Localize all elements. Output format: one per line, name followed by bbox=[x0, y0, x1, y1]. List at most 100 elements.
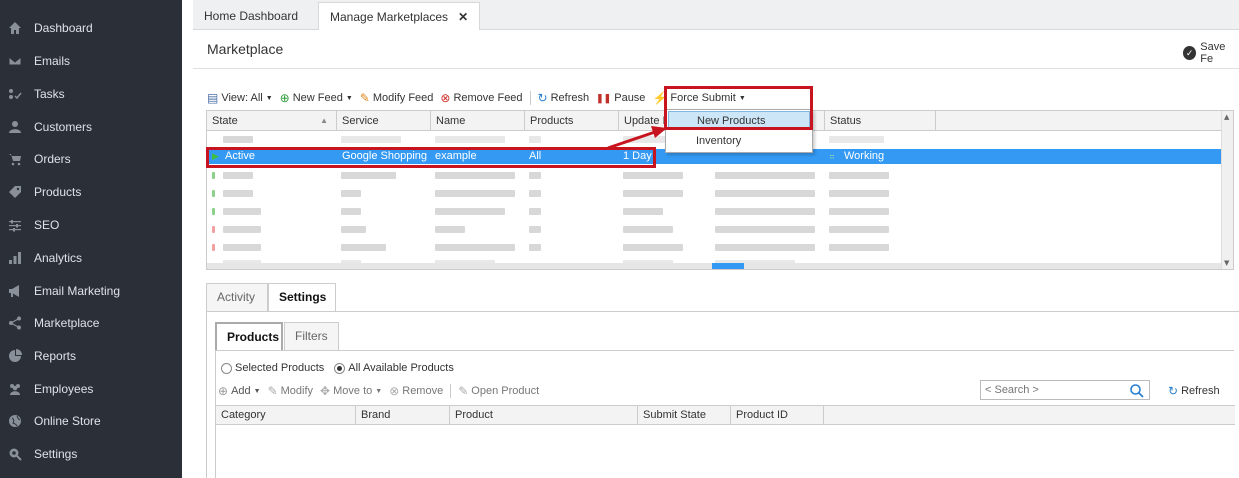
refresh-icon: ↻ bbox=[537, 91, 548, 105]
toolbar-separator bbox=[529, 91, 531, 105]
globe-icon bbox=[7, 413, 23, 429]
move-icon: ✥ bbox=[320, 384, 331, 398]
radio-button[interactable] bbox=[334, 362, 346, 374]
pause-label: Pause bbox=[614, 92, 646, 104]
scroll-down-icon[interactable]: ▼ bbox=[1224, 259, 1229, 267]
column-label: Status bbox=[830, 115, 862, 127]
open-product-button[interactable]: ✎ Open Product bbox=[458, 384, 539, 398]
modify-button[interactable]: ✎ Modify bbox=[268, 384, 313, 398]
save-feed-button[interactable]: ✓ Save Fe bbox=[1183, 41, 1239, 65]
radio-label: Selected Products bbox=[235, 362, 325, 374]
sidebar-item-emails[interactable]: Emails bbox=[0, 46, 182, 76]
gear-icon bbox=[7, 446, 23, 462]
sidebar-item-products[interactable]: Products bbox=[0, 177, 182, 207]
tab-home-dashboard[interactable]: Home Dashboard bbox=[193, 2, 309, 30]
column-submit-state[interactable]: Submit State bbox=[638, 406, 731, 425]
sidebar-item-email-marketing[interactable]: Email Marketing bbox=[0, 276, 182, 306]
products-toolbar: ⊕ Add ▼ ✎ Modify ✥ Move to ▼ ⊗ Remove ✎ … bbox=[218, 384, 546, 398]
table-row[interactable] bbox=[207, 186, 1221, 201]
radio-selected-products[interactable]: Selected Products bbox=[221, 362, 324, 374]
move-to-button[interactable]: ✥ Move to ▼ bbox=[320, 384, 382, 398]
sidebar-item-marketplace[interactable]: Marketplace bbox=[0, 308, 182, 338]
tasks-icon bbox=[7, 86, 23, 102]
splitter-handle[interactable] bbox=[712, 263, 744, 269]
radio-button[interactable] bbox=[221, 362, 232, 374]
tab-settings[interactable]: Settings bbox=[268, 283, 336, 311]
column-state[interactable]: State ▲ bbox=[207, 111, 337, 131]
column-label: Update I bbox=[624, 115, 666, 127]
vertical-scrollbar[interactable]: ▲ ▼ bbox=[1221, 111, 1233, 269]
pause-icon: ❚❚ bbox=[596, 92, 612, 103]
check-icon: ✓ bbox=[1183, 46, 1197, 60]
column-status[interactable]: Status bbox=[825, 111, 936, 131]
sidebar-item-orders[interactable]: Orders bbox=[0, 144, 182, 174]
view-dropdown[interactable]: ▤ View: All ▼ bbox=[207, 91, 273, 105]
sidebar-item-label: Online Store bbox=[34, 414, 101, 428]
envelope-icon bbox=[7, 53, 23, 69]
tab-manage-marketplaces[interactable]: Manage Marketplaces ✕ bbox=[318, 2, 481, 30]
highlight-selected-row bbox=[206, 147, 656, 168]
open-product-label: Open Product bbox=[471, 385, 540, 397]
edit-icon: ✎ bbox=[359, 91, 370, 105]
product-search bbox=[980, 380, 1150, 400]
column-product[interactable]: Product bbox=[450, 406, 638, 425]
sidebar-item-label: Products bbox=[34, 185, 82, 199]
sidebar-item-customers[interactable]: Customers bbox=[0, 112, 182, 142]
save-feed-label: Save Fe bbox=[1200, 41, 1226, 65]
sidebar-item-label: Email Marketing bbox=[34, 284, 121, 298]
table-row[interactable] bbox=[207, 168, 1221, 183]
column-product-id[interactable]: Product ID bbox=[731, 406, 824, 425]
sidebar-item-analytics[interactable]: Analytics bbox=[0, 243, 182, 273]
table-row[interactable] bbox=[207, 222, 1221, 237]
tab-filters[interactable]: Filters bbox=[284, 322, 339, 350]
sidebar-item-online-store[interactable]: Online Store bbox=[0, 406, 182, 436]
column-name[interactable]: Name bbox=[431, 111, 525, 131]
remove-button[interactable]: ⊗ Remove bbox=[389, 384, 443, 398]
sidebar-item-employees[interactable]: Employees bbox=[0, 374, 182, 404]
modify-feed-button[interactable]: ✎ Modify Feed bbox=[360, 91, 434, 105]
products-panel: Selected Products All Available Products… bbox=[215, 350, 1235, 478]
column-service[interactable]: Service bbox=[337, 111, 431, 131]
megaphone-icon bbox=[7, 283, 23, 299]
sliders-icon bbox=[7, 217, 23, 233]
sidebar-item-dashboard[interactable]: Dashboard bbox=[0, 13, 182, 43]
move-to-label: Move to bbox=[333, 385, 373, 397]
sidebar-item-label: Emails bbox=[34, 54, 71, 68]
remove-feed-button[interactable]: ⊗ Remove Feed bbox=[440, 91, 522, 105]
table-row[interactable] bbox=[207, 204, 1221, 219]
edit-icon: ✎ bbox=[267, 384, 278, 398]
tab-products[interactable]: Products bbox=[215, 322, 283, 350]
divider bbox=[193, 68, 1239, 69]
sidebar-item-tasks[interactable]: Tasks bbox=[0, 79, 182, 109]
product-refresh-button[interactable]: ↻ Refresh bbox=[1168, 384, 1220, 398]
chevron-down-icon: ▼ bbox=[265, 94, 273, 102]
bar-chart-icon bbox=[7, 250, 23, 266]
scroll-up-icon[interactable]: ▲ bbox=[1224, 113, 1229, 121]
search-input[interactable] bbox=[981, 381, 1121, 399]
close-icon[interactable]: ✕ bbox=[458, 10, 468, 24]
menu-item-inventory[interactable]: Inventory bbox=[668, 132, 810, 151]
search-icon[interactable] bbox=[1129, 383, 1145, 399]
sidebar-item-settings[interactable]: Settings bbox=[0, 439, 182, 469]
tab-activity[interactable]: Activity bbox=[206, 283, 268, 311]
refresh-button[interactable]: ↻ Refresh bbox=[538, 91, 590, 105]
radio-all-available-products[interactable]: All Available Products bbox=[334, 362, 454, 374]
column-category[interactable]: Category bbox=[216, 406, 356, 425]
sidebar-item-reports[interactable]: Reports bbox=[0, 341, 182, 371]
column-brand[interactable]: Brand bbox=[356, 406, 450, 425]
products-grid-header: Category Brand Product Submit State Prod… bbox=[216, 405, 1235, 425]
sidebar-item-seo[interactable]: SEO bbox=[0, 210, 182, 240]
refresh-label: Refresh bbox=[550, 92, 590, 104]
new-feed-button[interactable]: ⊕ New Feed ▼ bbox=[280, 91, 353, 105]
grid-view-icon: ▤ bbox=[207, 91, 219, 105]
refresh-icon: ↻ bbox=[1168, 384, 1179, 398]
table-row[interactable] bbox=[207, 240, 1221, 255]
column-products[interactable]: Products bbox=[525, 111, 619, 131]
column-label: State bbox=[212, 115, 238, 127]
column-label: Product ID bbox=[736, 409, 788, 421]
add-button[interactable]: ⊕ Add ▼ bbox=[218, 384, 261, 398]
cart-icon bbox=[7, 151, 23, 167]
product-scope-radios: Selected Products All Available Products bbox=[221, 362, 464, 374]
plus-circle-icon: ⊕ bbox=[218, 384, 229, 398]
pause-button[interactable]: ❚❚ Pause bbox=[596, 92, 645, 104]
